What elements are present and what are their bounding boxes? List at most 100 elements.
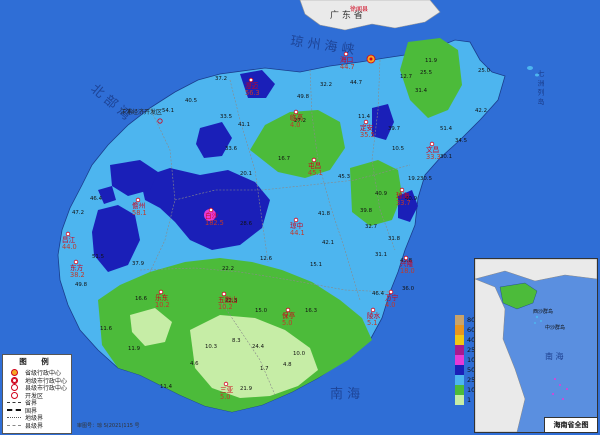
city-value: 10.2 — [155, 301, 170, 309]
approval-number: 审图号：琼 S(2021)115 号 — [77, 423, 140, 429]
station-value: 41.8 — [318, 211, 331, 217]
station-value: 42.2 — [475, 108, 487, 114]
station-value: 39.7 — [388, 126, 400, 132]
inset-hainan — [499, 282, 538, 310]
city-value: 33.7 — [396, 199, 411, 207]
islands-label: 七 洲 列 岛 — [537, 69, 545, 106]
station-value: 39.8 — [360, 208, 373, 214]
scale-swatch — [455, 325, 464, 335]
star-in-circle-icon — [6, 369, 22, 377]
legend-list: 省级行政中心 地级市行政中心 县级市行政中心 开发区 省界 国界 地级界 县级界 — [3, 369, 71, 430]
station-value: 22.2 — [222, 266, 234, 272]
station-value: 54.1 — [162, 108, 174, 114]
station-value: 37.9 — [132, 261, 145, 267]
station-value: 51.4 — [440, 126, 453, 132]
station-value: 10.3 — [205, 344, 217, 350]
station-value: 45.3 — [338, 174, 350, 180]
station-value: 33.5 — [220, 114, 232, 120]
sea-label-south: 南 海 — [330, 386, 360, 402]
station-value: 16.6 — [135, 296, 148, 302]
circle-dot-icon — [6, 384, 22, 392]
dev-zone-label: 洋浦经济开发区 — [120, 108, 162, 116]
double-circle-icon — [6, 376, 22, 384]
station-value: 11.6 — [100, 326, 113, 332]
station-value: 20.1 — [240, 171, 252, 177]
station-value: 30.1 — [440, 154, 452, 160]
city-value: 35.5 — [360, 131, 375, 139]
scale-swatch — [455, 345, 464, 355]
station-value: 51.5 — [92, 254, 104, 260]
station-value: 42.1 — [322, 240, 334, 246]
scale-swatch — [455, 355, 464, 365]
station-value: 1.7 — [260, 366, 269, 372]
station-value: 46.4 — [372, 291, 385, 297]
inset-map: 西沙群岛 中沙群岛 南 海 海南省全图 — [474, 258, 598, 433]
scale-swatch — [455, 385, 464, 395]
inset-label-zhongsha: 中沙群岛 — [545, 324, 565, 331]
inset-mainland — [475, 259, 597, 282]
city-value: 33.3 — [426, 153, 441, 161]
station-value: 31.4 — [415, 88, 428, 94]
station-value: 10.0 — [293, 351, 306, 357]
station-value: 36.0 — [402, 286, 415, 292]
station-value: 46.4 — [90, 196, 103, 202]
station-value: 41.1 — [238, 122, 250, 128]
station-value: 44.7 — [350, 80, 362, 86]
station-value: 32.7 — [365, 224, 377, 230]
station-value: 31.1 — [375, 252, 387, 258]
station-value: 4.8 — [283, 362, 292, 368]
city-value: 182.5 — [205, 219, 224, 227]
qizhou-island — [527, 66, 533, 70]
city-value: 44.7 — [340, 63, 355, 71]
station-value: 15.0 — [255, 308, 268, 314]
station-value: 12.6 — [260, 256, 273, 262]
city-value: 5.0 — [282, 319, 293, 327]
inset-nansha-dots — [552, 378, 568, 400]
station-value: 32.2 — [320, 82, 332, 88]
scale-swatch — [455, 335, 464, 345]
station-value: 12.7 — [400, 74, 412, 80]
county-label: 徐闻县 — [350, 5, 368, 13]
station-value: 40.9 — [375, 191, 388, 197]
station-value: 8.3 — [232, 338, 241, 344]
inset-island — [534, 322, 536, 324]
inset-map-svg: 西沙群岛 中沙群岛 南 海 — [475, 259, 597, 432]
city-value: 44.1 — [290, 229, 305, 237]
station-value: 11.9 — [128, 346, 141, 352]
city-value: 5.0 — [220, 393, 231, 401]
station-value: 37.2 — [215, 76, 227, 82]
station-value: 47.2 — [72, 210, 84, 216]
station-value: 31.8 — [388, 236, 401, 242]
station-value: 16.7 — [278, 156, 290, 162]
legend-title: 图 例 — [19, 357, 55, 366]
city-value: 38.2 — [70, 271, 85, 279]
open-circle-icon — [6, 391, 22, 399]
station-value: 11.4 — [358, 114, 371, 120]
station-value: 49.8 — [75, 282, 88, 288]
city-value: 18.0 — [400, 267, 415, 275]
inset-label-xisha: 西沙群岛 — [533, 308, 553, 315]
dash-line-icon — [6, 402, 22, 404]
station-value: 25.5 — [420, 70, 432, 76]
provincial-capital-icon — [366, 54, 376, 64]
station-value: 40.5 — [185, 98, 197, 104]
city-value: 56.3 — [245, 89, 260, 97]
station-value: 24.4 — [252, 344, 265, 350]
station-value: 21.9 — [240, 386, 253, 392]
station-value: 25.0 — [478, 68, 491, 74]
scale-swatch — [455, 365, 464, 375]
inset-title: 海南省全图 — [544, 417, 597, 432]
station-value: 4.6 — [190, 361, 199, 367]
station-value: 33.6 — [225, 146, 238, 152]
city-value: 45.1 — [308, 169, 323, 177]
city-value: 4.0 — [290, 121, 301, 129]
city-value: 44.0 — [62, 243, 77, 251]
legend-item-label: 县级界 — [25, 422, 44, 430]
station-value: 11.9 — [425, 58, 438, 64]
city-value: 58.1 — [132, 209, 147, 217]
dotted-line-icon — [6, 417, 22, 419]
scale-swatch — [455, 375, 464, 385]
city-value: 4.0 — [385, 301, 396, 309]
inset-island — [540, 320, 542, 322]
station-value: 49.8 — [297, 94, 310, 100]
